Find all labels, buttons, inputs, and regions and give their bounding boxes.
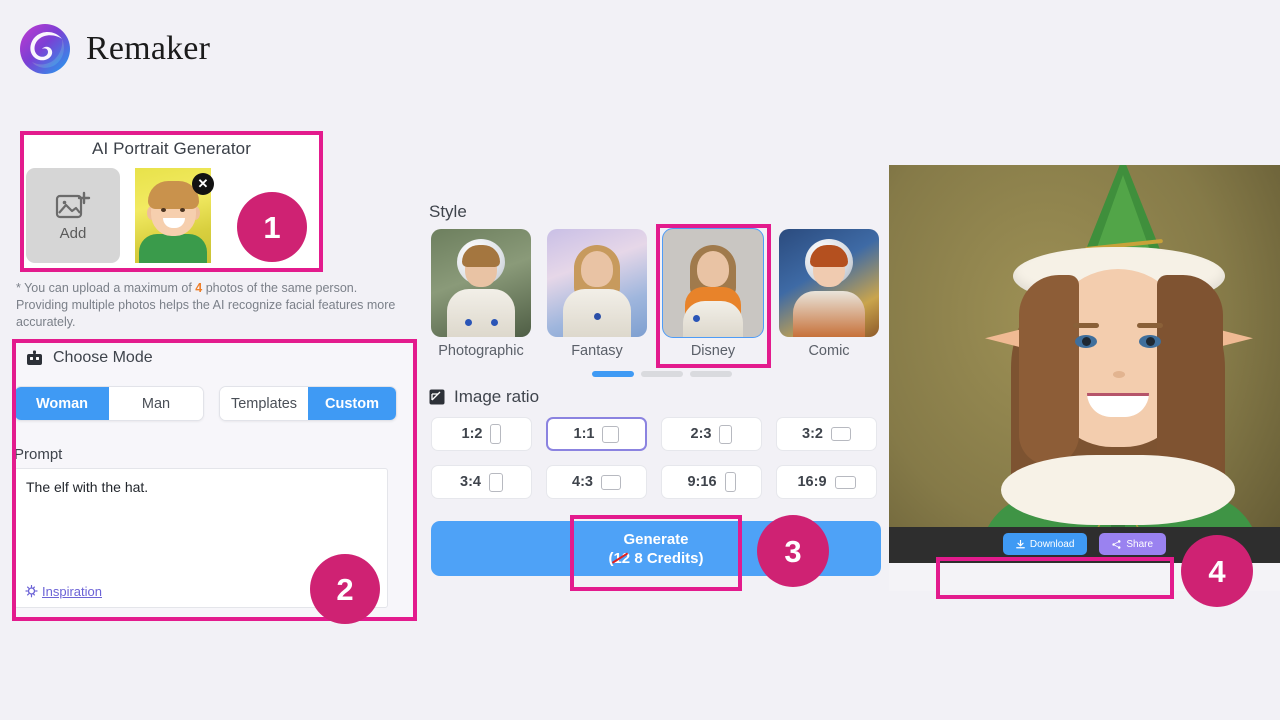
style-carousel-pagination <box>592 371 732 377</box>
image-ratio-header: Image ratio <box>429 387 539 407</box>
ratio-label: 3:2 <box>802 426 823 442</box>
style-option-photographic[interactable]: Photographic <box>431 229 531 359</box>
credits-old-value-wrap: 12 <box>612 549 630 568</box>
robot-icon <box>27 350 42 365</box>
style-thumbnail-photographic <box>431 229 531 337</box>
style-label-fantasy: Fantasy <box>571 343 623 359</box>
ratio-label: 3:4 <box>460 474 481 490</box>
style-label-comic: Comic <box>808 343 850 359</box>
ratio-option-3-2[interactable]: 3:2 <box>776 417 877 451</box>
annotation-badge-2: 2 <box>310 554 380 624</box>
ratio-shape-icon <box>490 424 502 444</box>
style-thumbnail-disney <box>662 228 764 338</box>
generate-label: Generate <box>623 530 689 548</box>
ratio-shape-icon <box>719 424 733 444</box>
ratio-option-1-1[interactable]: 1:1 <box>546 417 647 451</box>
uploaded-photo-thumbnail[interactable]: ✕ <box>126 168 220 263</box>
prompt-label: Prompt <box>14 446 63 463</box>
uploader-title: AI Portrait Generator <box>92 139 251 158</box>
style-label-photographic: Photographic <box>438 343 524 359</box>
brand-logo[interactable]: Remaker <box>18 22 210 76</box>
carousel-dot-2[interactable] <box>641 371 683 377</box>
ratio-label: 2:3 <box>690 426 712 442</box>
ratio-option-4-3[interactable]: 4:3 <box>546 465 647 499</box>
style-thumbnail-comic <box>779 229 879 337</box>
image-ratio-grid: 1:2 1:1 2:3 3:2 3:4 4:3 9:16 16:9 <box>431 417 877 499</box>
disclaimer-prefix: * You can upload a maximum of <box>16 281 196 295</box>
image-plus-icon <box>55 191 91 218</box>
ratio-label: 16:9 <box>797 474 827 490</box>
ratio-shape-icon <box>724 472 736 492</box>
credits-new-value: 8 Credits) <box>634 549 704 567</box>
ratio-option-16-9[interactable]: 16:9 <box>776 465 877 499</box>
carousel-dot-3[interactable] <box>690 371 732 377</box>
share-icon <box>1112 539 1121 549</box>
image-ratio-title: Image ratio <box>454 387 540 406</box>
ratio-shape-icon <box>834 475 856 489</box>
gender-option-woman[interactable]: Woman <box>15 387 109 420</box>
upload-thumbnail-row: Add ✕ <box>26 168 220 263</box>
generate-credits: (12 8 Credits) <box>608 549 703 568</box>
ratio-shape-icon <box>602 425 620 443</box>
style-thumbnail-fantasy <box>547 229 647 337</box>
style-option-fantasy[interactable]: Fantasy <box>547 229 647 359</box>
share-label: Share <box>1126 538 1154 550</box>
ratio-shape-icon <box>830 427 851 441</box>
ratio-option-1-2[interactable]: 1:2 <box>431 417 532 451</box>
carousel-dot-1[interactable] <box>592 371 634 377</box>
ratio-shape-icon <box>600 474 621 490</box>
source-option-custom[interactable]: Custom <box>308 387 396 420</box>
prompt-value: The elf with the hat. <box>26 479 149 495</box>
inspiration-link[interactable]: Inspiration <box>25 584 102 599</box>
ratio-shape-icon <box>488 472 503 492</box>
download-label: Download <box>1029 538 1075 550</box>
choose-mode-title: Choose Mode <box>53 349 153 366</box>
remaker-swirl-logo-icon <box>20 24 70 74</box>
gender-option-man[interactable]: Man <box>109 387 203 420</box>
download-button[interactable]: Download <box>1002 533 1088 555</box>
lightbulb-icon <box>25 585 38 598</box>
ratio-option-3-4[interactable]: 3:4 <box>431 465 532 499</box>
add-photo-button[interactable]: Add <box>26 168 120 263</box>
gender-toggle-group: Woman Man <box>14 386 204 421</box>
ratio-label: 4:3 <box>572 474 593 490</box>
annotation-badge-1: 1 <box>237 192 307 262</box>
result-image-panel: Download Share <box>889 165 1280 591</box>
brand-name: Remaker <box>86 30 211 67</box>
ratio-label: 9:16 <box>687 474 717 490</box>
source-toggle-group: Templates Custom <box>219 386 397 421</box>
ratio-label: 1:1 <box>573 426 595 442</box>
download-icon <box>1016 539 1025 548</box>
screenshot-root: Remaker AI Portrait Generator Add ✕ 1 * … <box>0 0 1280 720</box>
ratio-label: 1:2 <box>461 426 483 442</box>
style-section-label: Style <box>429 202 467 221</box>
style-option-disney[interactable]: Disney <box>662 228 764 359</box>
source-option-templates[interactable]: Templates <box>220 387 308 420</box>
remove-photo-icon[interactable]: ✕ <box>192 173 214 195</box>
upload-disclaimer: * You can upload a maximum of 4 photos o… <box>16 280 398 331</box>
choose-mode-header: Choose Mode <box>26 349 153 367</box>
style-label-disney: Disney <box>690 343 736 359</box>
style-option-comic[interactable]: Comic <box>779 229 879 359</box>
add-photo-label: Add <box>59 224 87 242</box>
share-button[interactable]: Share <box>1099 533 1167 555</box>
annotation-badge-3: 3 <box>757 515 829 587</box>
ratio-option-9-16[interactable]: 9:16 <box>661 465 762 499</box>
style-options-row: Photographic Fantasy Disney Comic <box>431 228 879 359</box>
aspect-ratio-icon <box>429 389 445 405</box>
inspiration-label: Inspiration <box>42 584 102 599</box>
annotation-badge-4: 4 <box>1181 535 1253 607</box>
ratio-option-2-3[interactable]: 2:3 <box>661 417 762 451</box>
